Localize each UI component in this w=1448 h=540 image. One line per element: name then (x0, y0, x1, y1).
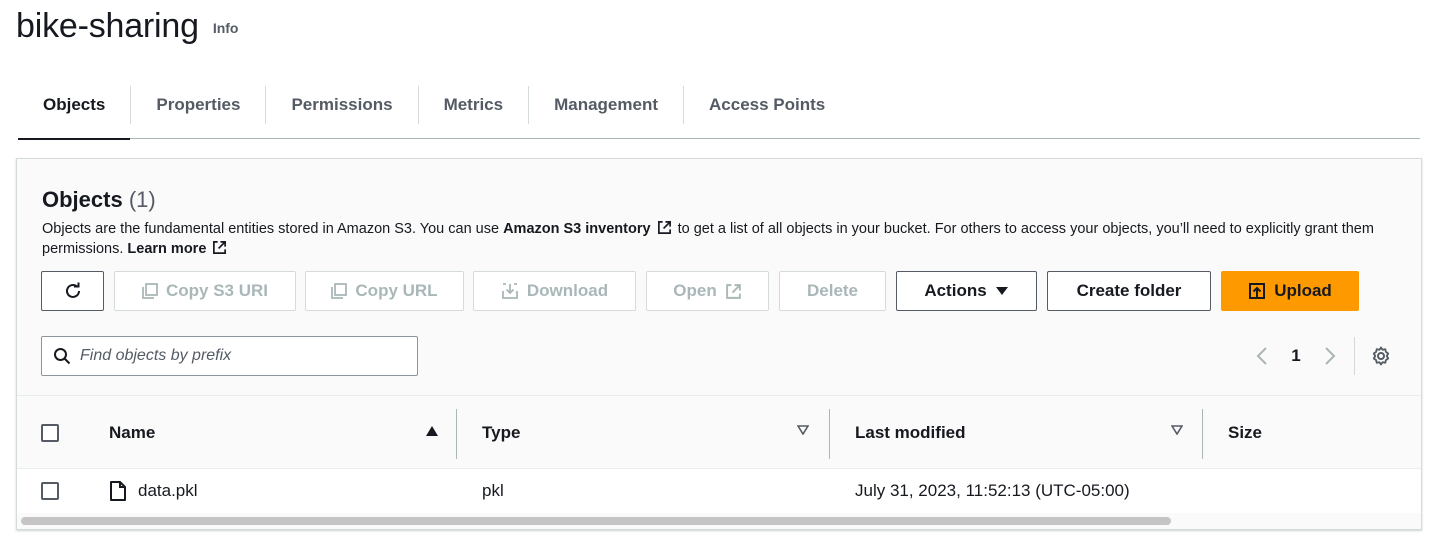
download-button[interactable]: Download (473, 271, 636, 311)
objects-count: (1) (128, 187, 156, 212)
open-button[interactable]: Open (646, 271, 769, 311)
chevron-left-icon (1256, 347, 1267, 365)
file-type-cell: pkl (482, 481, 504, 500)
column-divider[interactable] (456, 409, 457, 459)
select-all-checkbox[interactable] (41, 424, 59, 442)
column-header-name[interactable]: Name (109, 396, 155, 469)
inventory-link[interactable]: Amazon S3 inventory (503, 221, 650, 237)
upload-icon (1249, 283, 1266, 299)
tab-access-points[interactable]: Access Points (684, 82, 850, 139)
create-folder-label: Create folder (1076, 281, 1182, 300)
pager-divider (1354, 337, 1355, 375)
actions-dropdown-button[interactable]: Actions (896, 271, 1037, 311)
next-page-button[interactable] (1318, 341, 1342, 371)
previous-page-button[interactable] (1250, 341, 1274, 371)
last-modified-cell: July 31, 2023, 11:52:13 (UTC-05:00) (855, 481, 1130, 500)
row-checkbox[interactable] (41, 482, 59, 500)
objects-table: Name Type Last modified Size data.pkl pk… (17, 395, 1421, 515)
search-icon (54, 348, 71, 365)
tab-management[interactable]: Management (529, 82, 683, 139)
page-header: bike-sharing Info (16, 0, 238, 46)
copy-url-label: Copy URL (355, 281, 438, 300)
column-header-size[interactable]: Size (1228, 396, 1262, 469)
tab-objects[interactable]: Objects (18, 82, 131, 140)
column-header-last-modified[interactable]: Last modified (855, 396, 966, 469)
sort-ascending-icon[interactable] (425, 425, 439, 437)
table-row[interactable]: data.pkl pkl July 31, 2023, 11:52:13 (UT… (17, 469, 1421, 513)
table-settings-button[interactable] (1368, 343, 1394, 369)
tab-properties[interactable]: Properties (131, 82, 265, 139)
tab-label: Management (554, 94, 659, 114)
file-name-cell[interactable]: data.pkl (109, 469, 198, 513)
column-divider[interactable] (1202, 409, 1203, 459)
gear-icon (1372, 346, 1390, 366)
description-text: Objects are the fundamental entities sto… (42, 221, 504, 237)
search-input[interactable] (80, 347, 400, 365)
actions-label: Actions (924, 281, 987, 300)
sort-icon[interactable] (1171, 425, 1183, 435)
upload-button[interactable]: Upload (1221, 271, 1359, 311)
tab-metrics[interactable]: Metrics (419, 82, 529, 139)
objects-description: Objects are the fundamental entities sto… (42, 219, 1392, 259)
external-link-icon (213, 241, 227, 254)
file-icon (110, 481, 126, 501)
copy-s3-uri-button[interactable]: Copy S3 URI (114, 271, 296, 311)
external-link-icon (657, 221, 671, 234)
download-label: Download (526, 281, 609, 300)
objects-panel: Objects (1) Objects are the fundamental … (16, 158, 1422, 530)
copy-s3-uri-label: Copy S3 URI (165, 281, 269, 300)
tab-label: Access Points (709, 94, 826, 114)
refresh-icon (65, 282, 80, 298)
file-name-link[interactable]: data.pkl (138, 481, 198, 501)
pagination: 1 (1250, 341, 1342, 371)
learn-more-link[interactable]: Learn more (127, 241, 206, 257)
caret-down-icon (995, 287, 1008, 295)
info-link[interactable]: Info (213, 13, 239, 43)
tab-permissions[interactable]: Permissions (266, 82, 417, 139)
horizontal-scrollbar[interactable] (21, 517, 1171, 525)
copy-url-button[interactable]: Copy URL (305, 271, 464, 311)
column-divider[interactable] (829, 409, 830, 459)
search-box[interactable] (41, 336, 418, 376)
table-header: Name Type Last modified Size (17, 395, 1421, 469)
open-label: Open (673, 281, 717, 300)
page-title: bike-sharing (16, 7, 199, 45)
objects-heading-label: Objects (42, 187, 123, 212)
download-icon (501, 283, 518, 299)
delete-button[interactable]: Delete (779, 271, 886, 311)
objects-heading: Objects (1) (42, 187, 156, 213)
copy-icon (331, 283, 348, 299)
chevron-right-icon (1325, 347, 1336, 365)
copy-icon (142, 283, 158, 299)
sort-icon[interactable] (797, 425, 809, 435)
tab-bar: Objects Properties Permissions Metrics M… (18, 82, 1420, 140)
delete-label: Delete (806, 281, 859, 300)
tab-label: Permissions (291, 94, 393, 114)
refresh-button[interactable] (41, 271, 104, 311)
external-link-icon (725, 283, 741, 299)
create-folder-button[interactable]: Create folder (1047, 271, 1211, 311)
column-header-type[interactable]: Type (482, 396, 520, 469)
current-page-number[interactable]: 1 (1274, 346, 1318, 366)
upload-label: Upload (1274, 281, 1332, 300)
tab-label: Objects (43, 94, 106, 114)
tab-label: Metrics (443, 94, 504, 114)
tab-label: Properties (156, 94, 241, 114)
